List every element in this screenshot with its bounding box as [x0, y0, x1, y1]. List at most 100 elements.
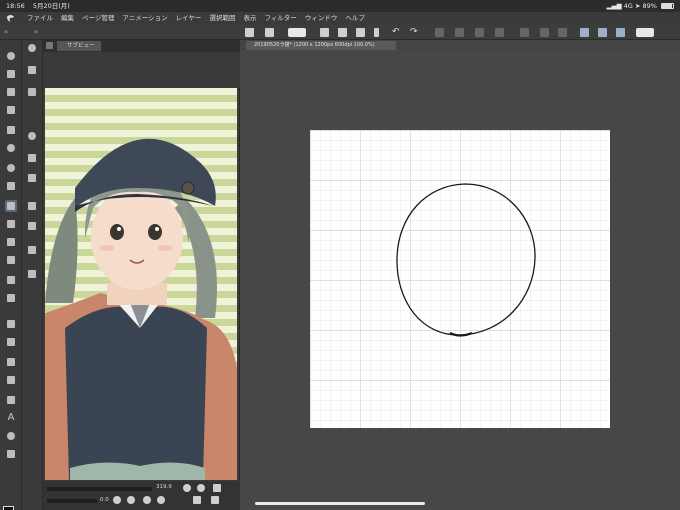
tool-palette: A [0, 40, 22, 510]
foreground-color-swatch[interactable] [3, 506, 14, 510]
deselect-icon[interactable] [455, 28, 464, 37]
eyedropper-icon[interactable] [5, 162, 17, 174]
zoom-slider[interactable] [47, 487, 152, 491]
menu-items: ファイル 編集 ページ管理 アニメーション レイヤー 選択範囲 表示 フィルター ウィンドウ ヘル… [27, 12, 365, 25]
flip-icon[interactable] [157, 496, 165, 504]
location-icon: ➤ [634, 2, 641, 10]
reference-artwork [45, 88, 237, 480]
operation-tool-icon[interactable] [5, 86, 17, 98]
canvas-tab-title: 20190520ラ描* (1200 x 1200px 600dpi 100.0%… [254, 42, 375, 48]
undo-icon[interactable]: ↶ [392, 28, 401, 37]
status-date: 5月20日(月) [32, 2, 70, 10]
text-tool-icon[interactable]: A [5, 412, 17, 424]
drawing-canvas[interactable] [310, 130, 610, 428]
canvas-tab-bar: 20190520ラ描* (1200 x 1200px 600dpi 100.0%… [240, 40, 680, 50]
rotate-right-icon[interactable] [127, 496, 135, 504]
app-logo-icon[interactable] [6, 14, 15, 23]
menu-item[interactable]: ウィンドウ [305, 12, 338, 25]
canvas-tab[interactable]: 20190520ラ描* (1200 x 1200px 600dpi 100.0%… [246, 41, 396, 50]
collapse-left-icon[interactable]: « [4, 28, 12, 37]
reset-rotation-icon[interactable] [143, 496, 151, 504]
rotation-value: 0.0 [100, 497, 109, 503]
subtool-icon-3[interactable] [26, 152, 38, 164]
delete-icon[interactable] [211, 496, 219, 504]
subtool-icon-6[interactable] [26, 220, 38, 232]
zoom-value: 319.9 [156, 484, 172, 490]
subtool-icon-2[interactable] [26, 86, 38, 98]
balloon-tool-icon[interactable] [5, 430, 17, 442]
menu-item[interactable]: ページ管理 [82, 12, 114, 25]
eraser-tool-icon[interactable] [5, 274, 17, 286]
subview-footer: 319.9 0.0 [43, 481, 240, 510]
save-icon[interactable] [356, 28, 365, 37]
fit-icon[interactable] [213, 484, 221, 492]
menu-item[interactable]: レイヤー [176, 12, 202, 25]
subtool-icon-5[interactable] [26, 200, 38, 212]
rotate-left-icon[interactable] [113, 496, 121, 504]
ruler-tool-icon[interactable] [5, 394, 17, 406]
brush-settings-icon[interactable] [580, 28, 589, 37]
subtool-icon-1[interactable] [26, 64, 38, 76]
frame-tool-icon[interactable] [5, 374, 17, 386]
menu-item[interactable]: フィルター [264, 12, 296, 25]
transform-icon[interactable] [435, 28, 444, 37]
pen-pressure-icon[interactable] [616, 28, 625, 37]
status-bar: 18:56 5月20日(月) ▂▄▆ 4G ➤ 89% [0, 0, 680, 12]
menu-item[interactable]: アニメーション [122, 12, 167, 25]
subview-tab[interactable]: サブビュー [57, 41, 101, 51]
collapse-right-icon[interactable]: » [34, 28, 42, 37]
menu-item[interactable]: ヘルプ [345, 12, 365, 25]
auto-select-icon[interactable] [5, 142, 17, 154]
pencil-tool-icon[interactable] [5, 200, 17, 212]
battery-percent: 89% [642, 2, 657, 10]
app-window: 18:56 5月20日(月) ▂▄▆ 4G ➤ 89% ファイル 編集 ページ管理ア… [0, 0, 680, 510]
blend-tool-icon[interactable] [5, 292, 17, 304]
canvas-area[interactable] [240, 50, 680, 510]
subview-panel: サブビュー 319.9 0.0 [43, 40, 240, 510]
grid-menu-icon[interactable] [245, 28, 254, 37]
network-label: 4G [623, 2, 633, 10]
new-file-icon[interactable] [320, 28, 329, 37]
fill-tool-icon[interactable] [5, 318, 17, 330]
decoration-tool-icon[interactable] [5, 254, 17, 266]
redo-icon[interactable]: ↷ [410, 28, 419, 37]
new-canvas-icon[interactable] [265, 28, 274, 37]
fill-icon[interactable] [495, 28, 504, 37]
menu-item[interactable]: 表示 [243, 12, 256, 25]
gradient-tool-icon[interactable] [5, 336, 17, 348]
subview-empty-area [43, 52, 240, 88]
open-file-icon[interactable] [338, 28, 347, 37]
correct-line-tool-icon[interactable] [5, 448, 17, 460]
selection-tool-icon[interactable] [5, 124, 17, 136]
mask-icon[interactable] [540, 28, 549, 37]
snap-icon[interactable] [598, 28, 607, 37]
move-layer-icon[interactable] [5, 104, 17, 116]
clear-icon[interactable] [475, 28, 484, 37]
brush-tool-icon[interactable] [5, 218, 17, 230]
menu-item[interactable]: ファイル [27, 12, 53, 25]
signal-icon: ▂▄▆ [606, 2, 622, 10]
subtool-icon-8[interactable] [26, 268, 38, 280]
hand-tool-icon[interactable] [5, 68, 17, 80]
zoom-out-icon[interactable] [183, 484, 191, 492]
ruler-icon[interactable] [558, 28, 567, 37]
eye-toggle-icon[interactable] [288, 28, 306, 37]
zoom-tool-icon[interactable] [5, 50, 17, 62]
sub-tool-palette [22, 40, 43, 510]
navigator-icon[interactable] [26, 42, 38, 54]
menu-item[interactable]: 編集 [61, 12, 74, 25]
menu-item[interactable]: 選択範囲 [209, 12, 235, 25]
subtool-icon-4[interactable] [26, 172, 38, 184]
zoom-in-icon[interactable] [197, 484, 205, 492]
import-icon[interactable] [193, 496, 201, 504]
pen-tool-icon[interactable] [5, 180, 17, 192]
subtool-icon-7[interactable] [26, 244, 38, 256]
scroll-arrows-icon[interactable] [374, 28, 379, 37]
layer-icon[interactable] [520, 28, 529, 37]
panel-collapse-icon[interactable] [46, 42, 53, 49]
brush-size-icon[interactable] [26, 130, 38, 142]
rotation-slider[interactable] [47, 499, 97, 503]
airbrush-tool-icon[interactable] [5, 236, 17, 248]
help-icon[interactable] [636, 28, 654, 37]
figure-tool-icon[interactable] [5, 356, 17, 368]
